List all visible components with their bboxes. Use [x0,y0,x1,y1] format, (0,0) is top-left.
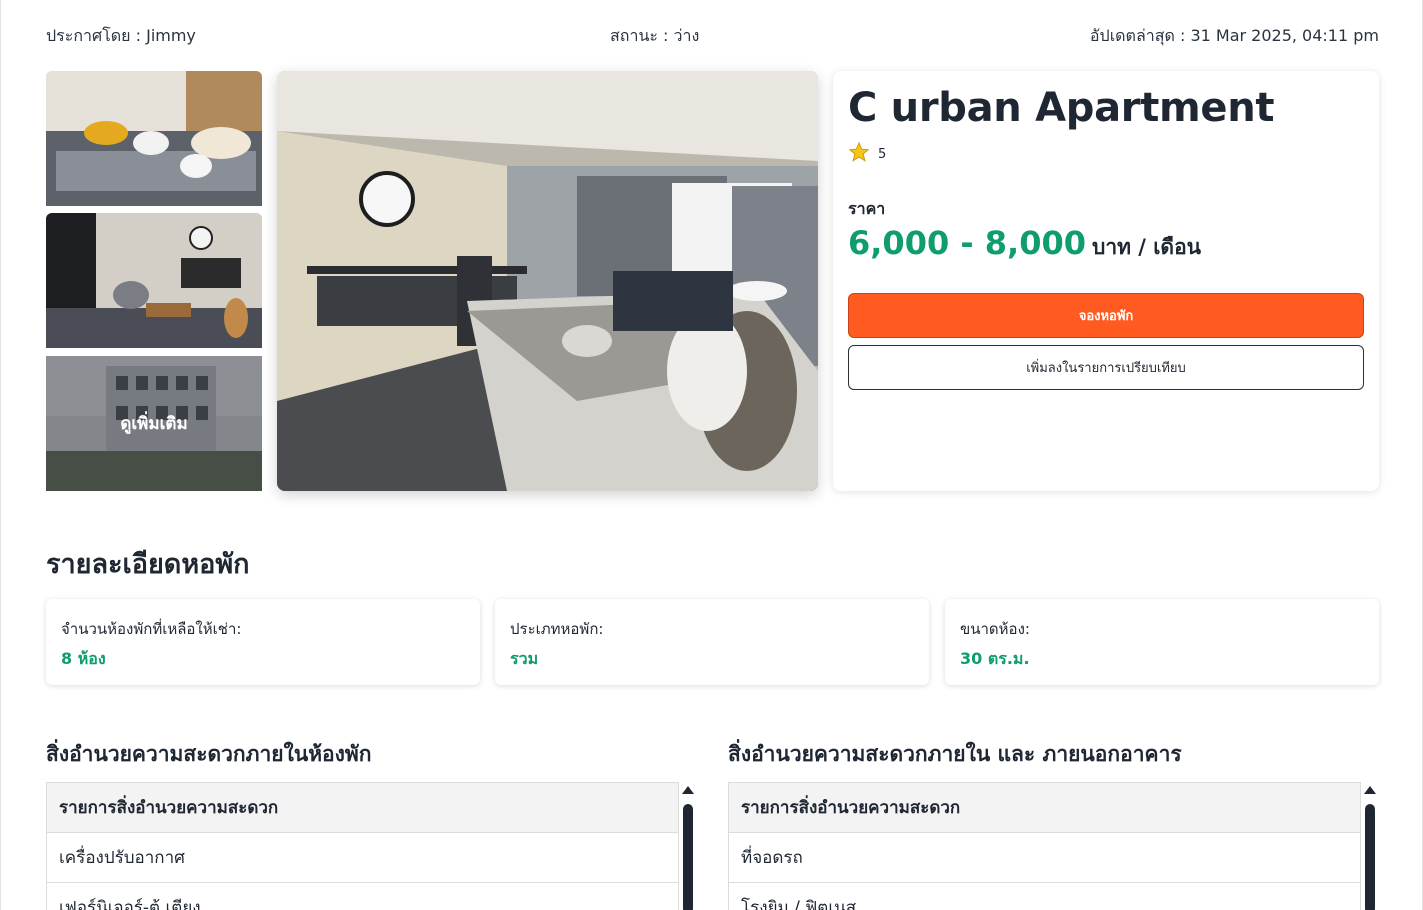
scrollbar-thumb[interactable] [1365,804,1375,910]
listing-title: C urban Apartment [848,85,1275,131]
stat-label: ขนาดห้อง: [960,620,1030,638]
posted-by: ประกาศโดย : Jimmy [46,26,196,45]
table-row: เครื่องปรับอากาศ [47,833,678,883]
stat-value: รวม [510,649,539,668]
details-heading: รายละเอียดหอพัก [46,549,250,580]
table-row: ที่จอดรถ [729,833,1360,883]
in-room-table-scrollbar[interactable] [681,786,695,910]
gallery-thumbnail-2[interactable] [46,213,262,348]
stat-rooms-available: จำนวนห้องพักที่เหลือให้เช่า: 8 ห้อง [46,599,480,685]
building-table-scrollbar[interactable] [1363,786,1377,910]
rating-value: 5 [878,146,887,162]
table-header: รายการสิ่งอำนวยความสะดวก [47,783,678,833]
gallery-thumbnail-3[interactable]: ดูเพิ่มเติม [46,356,262,491]
see-more-button[interactable]: ดูเพิ่มเติม [46,356,262,491]
table-header: รายการสิ่งอำนวยความสะดวก [729,783,1360,833]
in-room-facilities-table: รายการสิ่งอำนวยความสะดวก เครื่องปรับอากา… [46,782,679,910]
scrollbar-thumb[interactable] [683,804,693,910]
building-facilities-heading: สิ่งอำนวยความสะดวกภายใน และ ภายนอกอาคาร [728,742,1182,766]
building-facilities-table: รายการสิ่งอำนวยความสะดวก ที่จอดรถ โรงยิม… [728,782,1361,910]
star-icon [848,141,870,167]
stat-label: ประเภทหอพัก: [510,620,604,638]
updated-timestamp: อัปเดตล่าสุด : 31 Mar 2025, 04:11 pm [1089,26,1379,45]
stat-room-size: ขนาดห้อง: 30 ตร.ม. [945,599,1379,685]
gallery-thumbnail-1[interactable] [46,71,262,206]
stat-value: 8 ห้อง [61,649,106,668]
rating: 5 [848,141,1364,167]
table-row: เฟอร์นิเจอร์-ตู้ เตียง [47,883,678,910]
stat-value: 30 ตร.ม. [960,649,1030,668]
price-row: 6,000 - 8,000 บาท / เดือน [848,224,1364,264]
add-to-compare-button[interactable]: เพิ่มลงในรายการเปรียบเทียบ [848,345,1364,390]
price-label: ราคา [848,199,886,218]
in-room-facilities-heading: สิ่งอำนวยความสะดวกภายในห้องพัก [46,742,372,766]
main-room-photo[interactable] [277,71,818,491]
stat-dorm-type: ประเภทหอพัก: รวม [495,599,929,685]
price-unit: บาท / เดือน [1092,235,1202,259]
table-row: โรงยิม / ฟิตเนส [729,883,1360,910]
price-value: 6,000 - 8,000 [848,224,1086,262]
scroll-up-arrow-icon[interactable] [1364,786,1376,794]
status-text: สถานะ : ว่าง [610,26,700,45]
stat-label: จำนวนห้องพักที่เหลือให้เช่า: [61,620,242,638]
listing-info-card: C urban Apartment 5 ราคา 6,000 - 8,000 บ… [833,71,1379,491]
scroll-up-arrow-icon[interactable] [682,786,694,794]
book-dorm-button[interactable]: จองหอพัก [848,293,1364,338]
